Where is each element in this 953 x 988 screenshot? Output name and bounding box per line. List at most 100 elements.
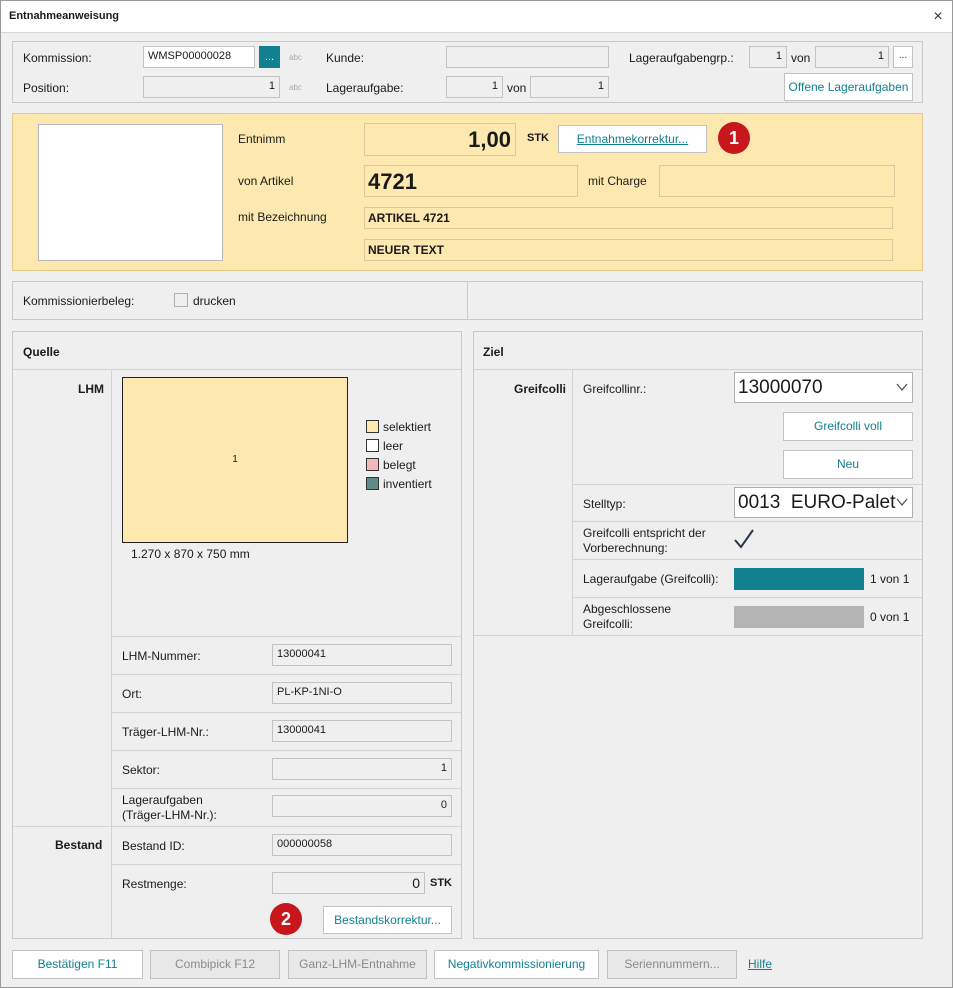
kunde-field (446, 46, 609, 68)
divider (572, 559, 922, 560)
charge-value (659, 165, 895, 197)
entnimm-label: Entnimm (238, 132, 286, 146)
neu-button[interactable]: Neu (783, 450, 913, 479)
ort-field: PL-KP-1NI-O (272, 682, 452, 704)
lhm-dimensions: 1.270 x 870 x 750 mm (131, 547, 250, 561)
greifcolli-voll-button[interactable]: Greifcolli voll (783, 412, 913, 441)
kommission-input[interactable]: WMSP00000028 (143, 46, 255, 68)
legend-swatch-selektiert (366, 420, 379, 433)
divider (572, 484, 922, 485)
greifcollinr-value: 13000070 (738, 377, 823, 398)
divider (111, 864, 461, 865)
drucken-label: drucken (193, 294, 236, 308)
restmenge-label: Restmenge: (122, 877, 187, 891)
bezeichnung-label: mit Bezeichnung (238, 210, 327, 224)
lageraufgabe-total-field: 1 (530, 76, 609, 98)
entspricht-label-line2: Vorberechnung: (583, 541, 668, 555)
position-label: Position: (23, 81, 70, 95)
stelltyp-label: Stelltyp: (583, 497, 626, 511)
traeger-label: Träger-LHM-Nr.: (122, 725, 209, 739)
kommission-label: Kommission: (23, 51, 92, 65)
stelltyp-value: 0013 EURO-Palette (738, 492, 896, 513)
lageraufgabe-greifcolli-label: Lageraufgabe (Greifcolli): (583, 572, 719, 586)
ziel-panel: Ziel Greifcolli Greifcollinr.: 13000070 … (473, 331, 923, 939)
stelltyp-select[interactable]: 0013 EURO-Palette (734, 487, 913, 518)
bestand-id-label: Bestand ID: (122, 839, 185, 853)
restmenge-unit: STK (430, 877, 452, 889)
sektor-label: Sektor: (122, 763, 161, 777)
abgeschlossen-label-line1: Abgeschlossene (583, 602, 672, 616)
lhm-nummer-label: LHM-Nummer: (122, 649, 201, 663)
divider (467, 282, 468, 319)
drucken-checkbox[interactable] (174, 293, 188, 307)
legend-label-leer: leer (383, 439, 404, 453)
lageraufgabe-label: Lageraufgabe: (326, 81, 404, 95)
lageraufgaben-field: 0 (272, 795, 452, 817)
divider (111, 712, 461, 713)
greifcollinr-label: Greifcollinr.: (583, 382, 647, 396)
abc-icon: abc (289, 83, 302, 92)
bestandskorrektur-button[interactable]: Bestandskorrektur... (323, 906, 452, 934)
chevron-down-icon (896, 498, 908, 507)
ort-label: Ort: (122, 687, 142, 701)
offene-lageraufgaben-button[interactable]: Offene Lageraufgaben (784, 73, 913, 101)
sektor-field: 1 (272, 758, 452, 780)
divider (111, 369, 112, 938)
seriennummern-button[interactable]: Seriennummern... (607, 950, 737, 979)
entnahmekorrektur-label: Entnahmekorrektur... (576, 132, 689, 146)
legend-swatch-leer (366, 439, 379, 452)
lageraufgaben-label-line2: (Träger-LHM-Nr.): (122, 808, 217, 822)
lhm-layout-cell[interactable]: 1 (122, 377, 348, 543)
bestand-id-field: 000000058 (272, 834, 452, 856)
entnahmekorrektur-button[interactable]: Entnahmekorrektur... (558, 125, 707, 153)
restmenge-field: 0 (272, 872, 425, 894)
charge-label: mit Charge (588, 174, 647, 188)
lageraufgabe-progress-text: 1 von 1 (870, 572, 910, 586)
callout-badge-1: 1 (718, 122, 750, 154)
lageraufgabengrp-field: 1 (749, 46, 787, 68)
abgeschlossen-progress-bar (734, 606, 864, 628)
bezeichnung1-value: ARTIKEL 4721 (364, 207, 893, 229)
combipick-button[interactable]: Combipick F12 (150, 950, 280, 979)
divider (111, 750, 461, 751)
title-bar: Entnahmeanweisung × (1, 1, 952, 33)
window-title: Entnahmeanweisung (9, 10, 120, 22)
bestaetigen-button[interactable]: Bestätigen F11 (12, 950, 143, 979)
bestand-section-label: Bestand (55, 838, 103, 852)
dialog-window: Entnahmeanweisung × Kommission: WMSP0000… (0, 0, 953, 988)
legend-label-belegt: belegt (383, 458, 416, 472)
entnahme-einheit: STK (527, 132, 549, 144)
divider (572, 597, 922, 598)
lhm-nummer-field: 13000041 (272, 644, 452, 666)
chevron-down-icon (896, 383, 908, 392)
greifcollinr-select[interactable]: 13000070 (734, 372, 913, 403)
divider (13, 826, 461, 827)
hilfe-link[interactable]: Hilfe (748, 957, 772, 971)
abgeschlossen-progress-text: 0 von 1 (870, 610, 910, 624)
lageraufgabengrp-more-button[interactable]: ... (893, 46, 913, 68)
lageraufgaben-label-line1: Lageraufgaben (122, 793, 203, 807)
negativkommissionierung-button[interactable]: Negativkommissionierung (434, 950, 599, 979)
ziel-title: Ziel (483, 345, 504, 359)
traeger-field: 13000041 (272, 720, 452, 742)
position-field: 1 (143, 76, 280, 98)
artikel-label: von Artikel (238, 174, 294, 188)
lhm-cell-label: 1 (232, 454, 238, 465)
close-icon[interactable]: × (929, 8, 947, 26)
entnahme-panel: Entnimm 1,00 STK Entnahmekorrektur... 1 … (12, 113, 923, 271)
divider (474, 635, 922, 636)
divider (111, 788, 461, 789)
ganz-lhm-entnahme-button[interactable]: Ganz-LHM-Entnahme (288, 950, 427, 979)
kommissionierbeleg-label: Kommissionierbeleg: (23, 294, 135, 308)
von-label: von (507, 81, 527, 95)
kommission-search-button[interactable]: ... (259, 46, 280, 68)
divider (111, 674, 461, 675)
artikel-value: 4721 (364, 165, 578, 197)
divider (572, 521, 922, 522)
entnahme-menge: 1,00 (364, 123, 516, 156)
von-label: von (791, 51, 811, 65)
lageraufgabe-progress-bar (734, 568, 864, 590)
divider (474, 369, 922, 370)
bezeichnung2-value: NEUER TEXT (364, 239, 893, 261)
lageraufgabe-progress-fill (734, 568, 864, 590)
